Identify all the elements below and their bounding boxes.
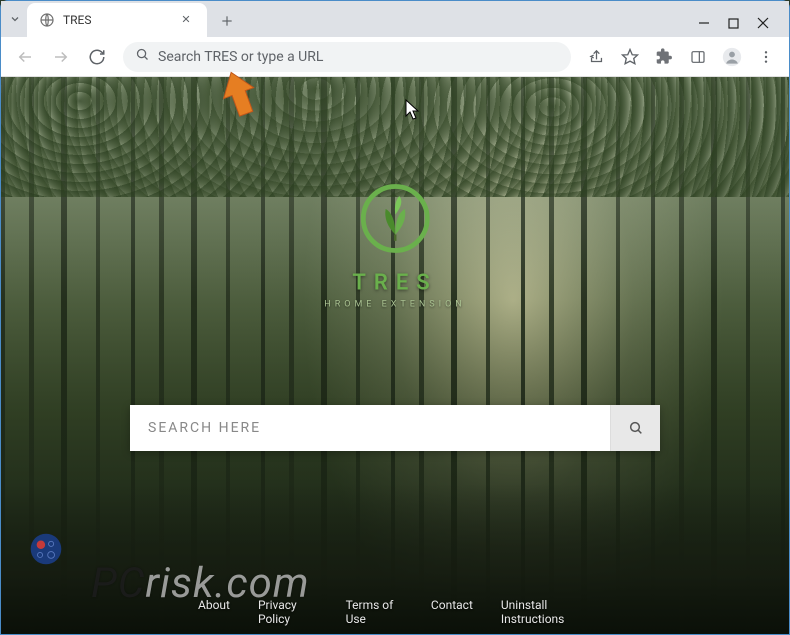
back-button[interactable] bbox=[9, 41, 41, 73]
tab-title: TRES bbox=[63, 13, 92, 27]
footer-link-contact[interactable]: Contact bbox=[431, 598, 473, 626]
footer-links: About Privacy Policy Terms of Use Contac… bbox=[198, 598, 592, 626]
omnibox-input[interactable] bbox=[158, 49, 559, 65]
footer-link-terms[interactable]: Terms of Use bbox=[346, 598, 403, 626]
footer-link-about[interactable]: About bbox=[198, 598, 230, 626]
tab-active[interactable]: TRES bbox=[27, 3, 207, 37]
close-icon[interactable] bbox=[177, 11, 195, 30]
side-panel-icon[interactable] bbox=[683, 42, 713, 72]
footer-link-privacy[interactable]: Privacy Policy bbox=[258, 598, 318, 626]
kebab-menu-icon[interactable] bbox=[751, 42, 781, 72]
brand-name: TRES bbox=[324, 271, 465, 296]
tab-strip: TRES bbox=[27, 3, 698, 37]
extensions-icon[interactable] bbox=[649, 42, 679, 72]
page-content: TRES HROME EXTENSION About Privacy Polic… bbox=[1, 77, 789, 634]
search-icon bbox=[628, 420, 644, 436]
forward-button[interactable] bbox=[45, 41, 77, 73]
watermark-badge-icon bbox=[29, 532, 63, 566]
share-icon[interactable] bbox=[581, 42, 611, 72]
window-controls bbox=[698, 17, 781, 37]
leaf-logo-icon bbox=[355, 179, 435, 259]
brand-block: TRES HROME EXTENSION bbox=[324, 179, 465, 310]
profile-icon[interactable] bbox=[717, 42, 747, 72]
search-button[interactable] bbox=[610, 405, 660, 451]
tab-search-button[interactable] bbox=[9, 10, 27, 37]
globe-icon bbox=[39, 12, 55, 28]
reload-button[interactable] bbox=[81, 41, 113, 73]
titlebar: TRES bbox=[1, 1, 789, 37]
bookmark-icon[interactable] bbox=[615, 42, 645, 72]
toolbar bbox=[1, 37, 789, 77]
minimize-button[interactable] bbox=[698, 17, 710, 29]
maximize-button[interactable] bbox=[728, 18, 739, 29]
search-icon bbox=[135, 47, 150, 66]
search-box bbox=[130, 405, 660, 451]
search-input[interactable] bbox=[130, 405, 610, 451]
new-tab-button[interactable] bbox=[213, 7, 241, 35]
close-window-button[interactable] bbox=[757, 17, 769, 29]
address-bar[interactable] bbox=[123, 42, 571, 72]
footer-link-uninstall[interactable]: Uninstall Instructions bbox=[501, 598, 592, 626]
brand-subtitle: HROME EXTENSION bbox=[324, 300, 465, 310]
browser-window: TRES bbox=[0, 0, 790, 635]
